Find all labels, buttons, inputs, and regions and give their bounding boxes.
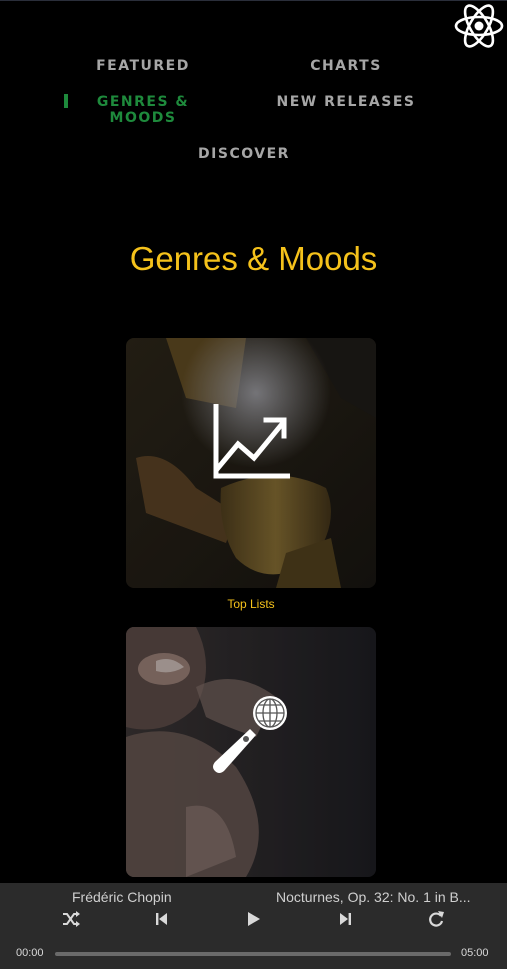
elapsed-time: 00:00: [16, 947, 44, 959]
nav-genres-label-line2: MOODS: [109, 110, 177, 126]
nav-active-indicator: [64, 94, 68, 108]
nav-genres-moods[interactable]: GENRES & MOODS: [88, 94, 198, 126]
shuffle-button[interactable]: [61, 910, 81, 928]
nav-discover-label: DISCOVER: [198, 146, 290, 162]
nav-new-releases[interactable]: NEW RELEASES: [262, 94, 430, 110]
play-button[interactable]: [244, 910, 264, 928]
trending-chart-icon: [213, 404, 290, 479]
genre-card-label[interactable]: Top Lists: [126, 597, 376, 611]
shuffle-icon: [63, 911, 80, 927]
repeat-icon: [429, 911, 444, 927]
microphone-icon: [213, 696, 287, 773]
previous-button[interactable]: [152, 910, 172, 928]
skip-next-icon: [340, 913, 351, 925]
genre-card-vocal[interactable]: [126, 627, 376, 877]
page-title: Genres & Moods: [129, 240, 378, 277]
audio-player: Frédéric Chopin Nocturnes, Op. 32: No. 1…: [0, 883, 507, 969]
next-button[interactable]: [335, 910, 355, 928]
atom-logo-icon[interactable]: [454, 2, 504, 50]
nav-discover[interactable]: DISCOVER: [190, 146, 298, 162]
progress-bar[interactable]: [55, 952, 451, 956]
player-artist: Frédéric Chopin: [72, 889, 172, 905]
nav-charts-label: CHARTS: [310, 58, 382, 74]
genre-card-top-lists[interactable]: [126, 338, 376, 588]
top-border: [0, 0, 507, 1]
nav-charts[interactable]: CHARTS: [296, 58, 396, 74]
nav-featured-label: FEATURED: [96, 58, 190, 74]
skip-previous-icon: [156, 913, 167, 925]
repeat-button[interactable]: [426, 910, 446, 928]
player-track-title: Nocturnes, Op. 32: No. 1 in B...: [276, 889, 471, 905]
play-icon: [248, 912, 260, 926]
nav-genres-label-line1: GENRES &: [96, 94, 190, 110]
nav-featured[interactable]: FEATURED: [90, 58, 196, 74]
nav-new-releases-label: NEW RELEASES: [276, 94, 416, 110]
total-duration: 05:00: [461, 947, 489, 959]
